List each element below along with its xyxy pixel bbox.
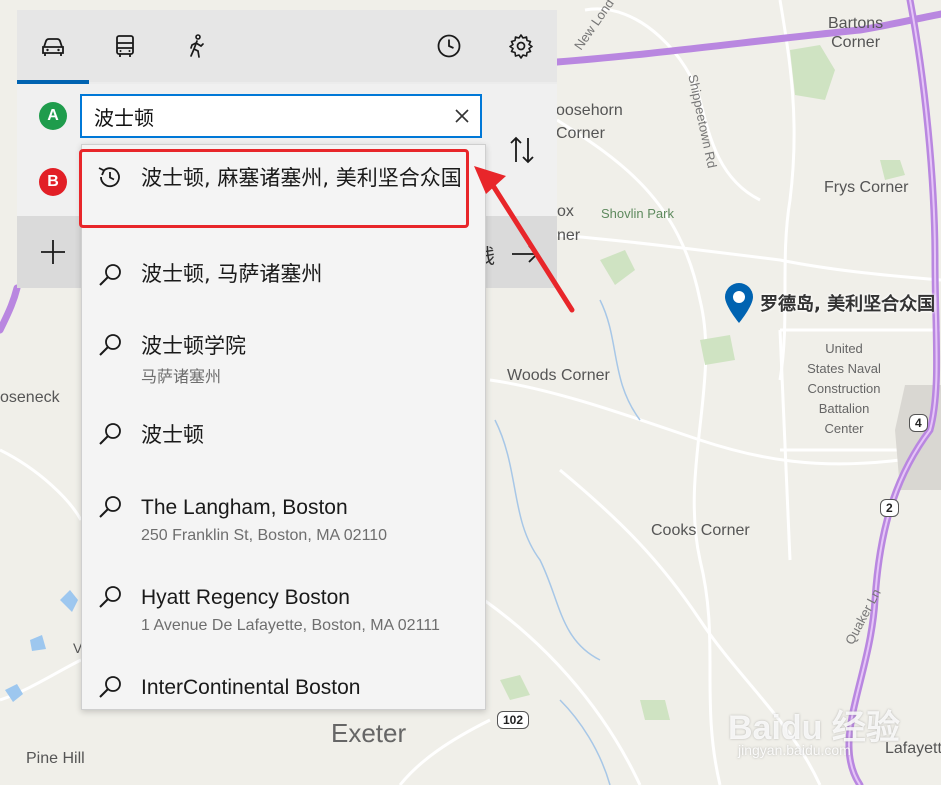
close-icon (455, 109, 469, 123)
add-stop-icon[interactable] (39, 238, 67, 266)
map-label-frys: Frys Corner (824, 179, 909, 196)
map-label-cooks: Cooks Corner (651, 522, 750, 539)
recent-routes-button[interactable] (413, 10, 485, 82)
clock-icon (437, 34, 461, 58)
suggestion-dropdown: 波士顿, 麻塞诸塞州, 美利坚合众国 波士顿, 马萨诸塞州 波士顿学院 马萨诸塞… (81, 144, 486, 710)
waypoint-b-badge: B (39, 168, 67, 196)
suggestion-item[interactable]: 波士顿学院 马萨诸塞州 (82, 305, 485, 395)
suggestion-title: Hyatt Regency Boston (141, 586, 350, 609)
tab-transit[interactable] (89, 10, 161, 82)
travel-mode-tabs (17, 10, 557, 84)
route-shield-102: 102 (497, 711, 530, 729)
suggestion-title: 波士顿学院 (141, 334, 246, 358)
suggestion-title: InterContinental Boston (141, 676, 361, 699)
search-icon (99, 423, 121, 445)
settings-button[interactable] (485, 10, 557, 82)
destination-search-input[interactable]: 波士顿 (80, 94, 482, 138)
suggestion-subtitle: 250 Franklin St, Boston, MA 02110 (141, 527, 388, 544)
suggestion-subtitle: 马萨诸塞州 (141, 369, 222, 386)
search-input-value[interactable]: 波士顿 (94, 102, 444, 131)
car-icon (42, 38, 64, 56)
tab-driving[interactable] (17, 10, 89, 84)
map-label-woods: Woods Corner (507, 367, 610, 384)
search-icon (99, 334, 121, 356)
walk-icon (190, 34, 204, 58)
highlight-box (79, 149, 469, 228)
suggestion-title: 波士顿, 马萨诸塞州 (141, 262, 323, 286)
waypoint-a-badge: A (39, 102, 67, 130)
suggestion-item[interactable]: 波士顿 (82, 395, 485, 475)
suggestion-item[interactable]: The Langham, Boston 250 Franklin St, Bos… (82, 475, 485, 565)
search-icon (99, 496, 121, 518)
map-label-shovlin: Shovlin Park (601, 206, 674, 221)
gear-icon (509, 34, 533, 59)
location-pin-icon[interactable] (722, 282, 756, 324)
suggestion-title: 波士顿 (141, 423, 204, 447)
map-label-naval-center: United States Naval Construction Battali… (807, 341, 881, 436)
route-shield-4: 4 (909, 414, 928, 432)
search-icon (99, 586, 121, 608)
suggestion-item[interactable]: InterContinental Boston (82, 655, 485, 709)
annotation-arrow-icon (474, 166, 575, 313)
suggestion-item[interactable]: 波士顿, 马萨诸塞州 (82, 233, 485, 305)
map-label-oseneck: oseneck (0, 389, 60, 406)
pin-label: 罗德岛, 美利坚合众国 (760, 294, 936, 315)
map-label-goosehorn: oosehorn Corner (556, 102, 623, 142)
watermark-url: jingyan.baidu.com (738, 742, 851, 758)
search-icon (99, 264, 121, 286)
map-label-bartons: Bartons Corner (828, 15, 884, 52)
map-label-pinehill: Pine Hill (26, 750, 85, 767)
suggestion-title: The Langham, Boston (141, 496, 348, 519)
search-icon (99, 676, 121, 698)
clear-search-button[interactable] (444, 98, 480, 134)
route-shield-2: 2 (880, 499, 899, 517)
map-label-exeter: Exeter (331, 718, 407, 748)
bus-icon (116, 35, 134, 57)
suggestion-item[interactable]: Hyatt Regency Boston 1 Avenue De Lafayet… (82, 565, 485, 655)
tab-walking[interactable] (161, 10, 233, 82)
suggestion-subtitle: 1 Avenue De Lafayette, Boston, MA 02111 (141, 617, 440, 634)
